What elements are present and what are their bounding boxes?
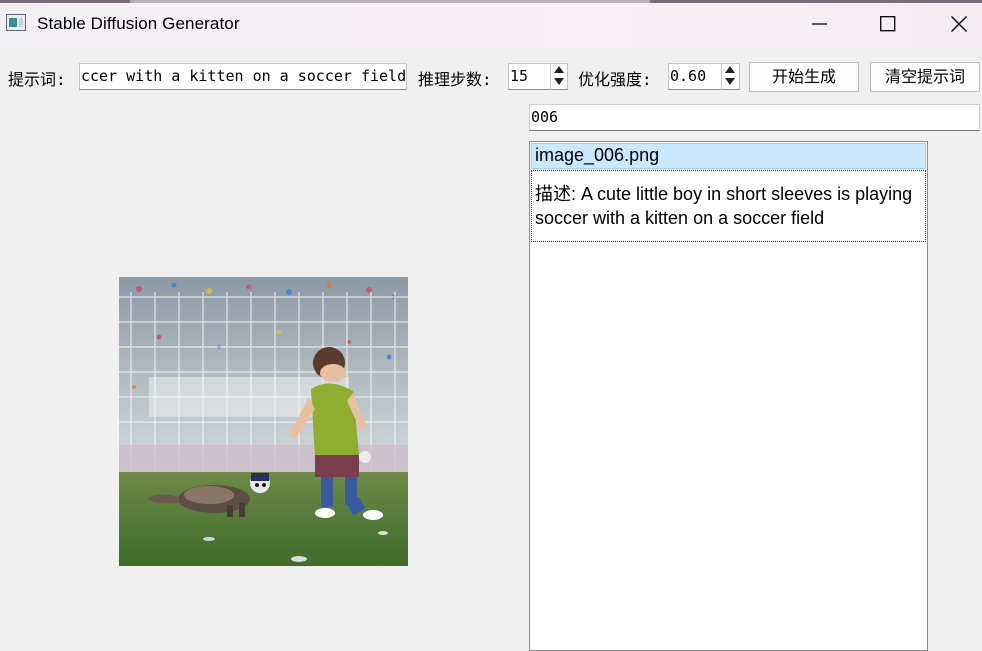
generated-image-preview bbox=[119, 277, 408, 566]
steps-label: 推理步数: bbox=[418, 70, 492, 89]
strength-value: 0.60 bbox=[670, 67, 707, 85]
window-title: Stable Diffusion Generator bbox=[37, 14, 240, 33]
arrow-up-icon[interactable] bbox=[554, 66, 564, 73]
strength-label: 优化强度: bbox=[578, 70, 652, 89]
prompt-label: 提示词: bbox=[8, 70, 66, 89]
arrow-down-icon[interactable] bbox=[725, 78, 735, 85]
minimize-button[interactable] bbox=[797, 0, 843, 48]
close-button[interactable] bbox=[936, 0, 982, 48]
steps-value: 15 bbox=[510, 67, 529, 85]
title-bar[interactable]: Stable Diffusion Generator bbox=[0, 0, 982, 48]
arrow-up-icon[interactable] bbox=[725, 66, 735, 73]
app-icon bbox=[6, 14, 26, 31]
generate-button[interactable]: 开始生成 bbox=[749, 62, 859, 92]
strength-spin-buttons[interactable] bbox=[721, 63, 739, 90]
close-icon bbox=[951, 16, 967, 32]
image-list[interactable]: image_006.png 描述: A cute little boy in s… bbox=[529, 141, 928, 651]
list-item-description[interactable]: 描述: A cute little boy in short sleeves i… bbox=[531, 170, 926, 242]
arrow-down-icon[interactable] bbox=[554, 78, 564, 85]
list-item-filename[interactable]: image_006.png bbox=[531, 143, 926, 169]
search-input[interactable]: 006 bbox=[529, 104, 980, 131]
soccer-scene-image bbox=[119, 277, 408, 566]
minimize-icon bbox=[812, 23, 827, 25]
clear-prompt-button[interactable]: 清空提示词 bbox=[870, 62, 980, 92]
maximize-button[interactable] bbox=[865, 0, 911, 48]
steps-spin-buttons[interactable] bbox=[550, 63, 568, 90]
prompt-input[interactable]: ccer with a kitten on a soccer field bbox=[79, 63, 407, 90]
maximize-icon bbox=[880, 16, 896, 32]
